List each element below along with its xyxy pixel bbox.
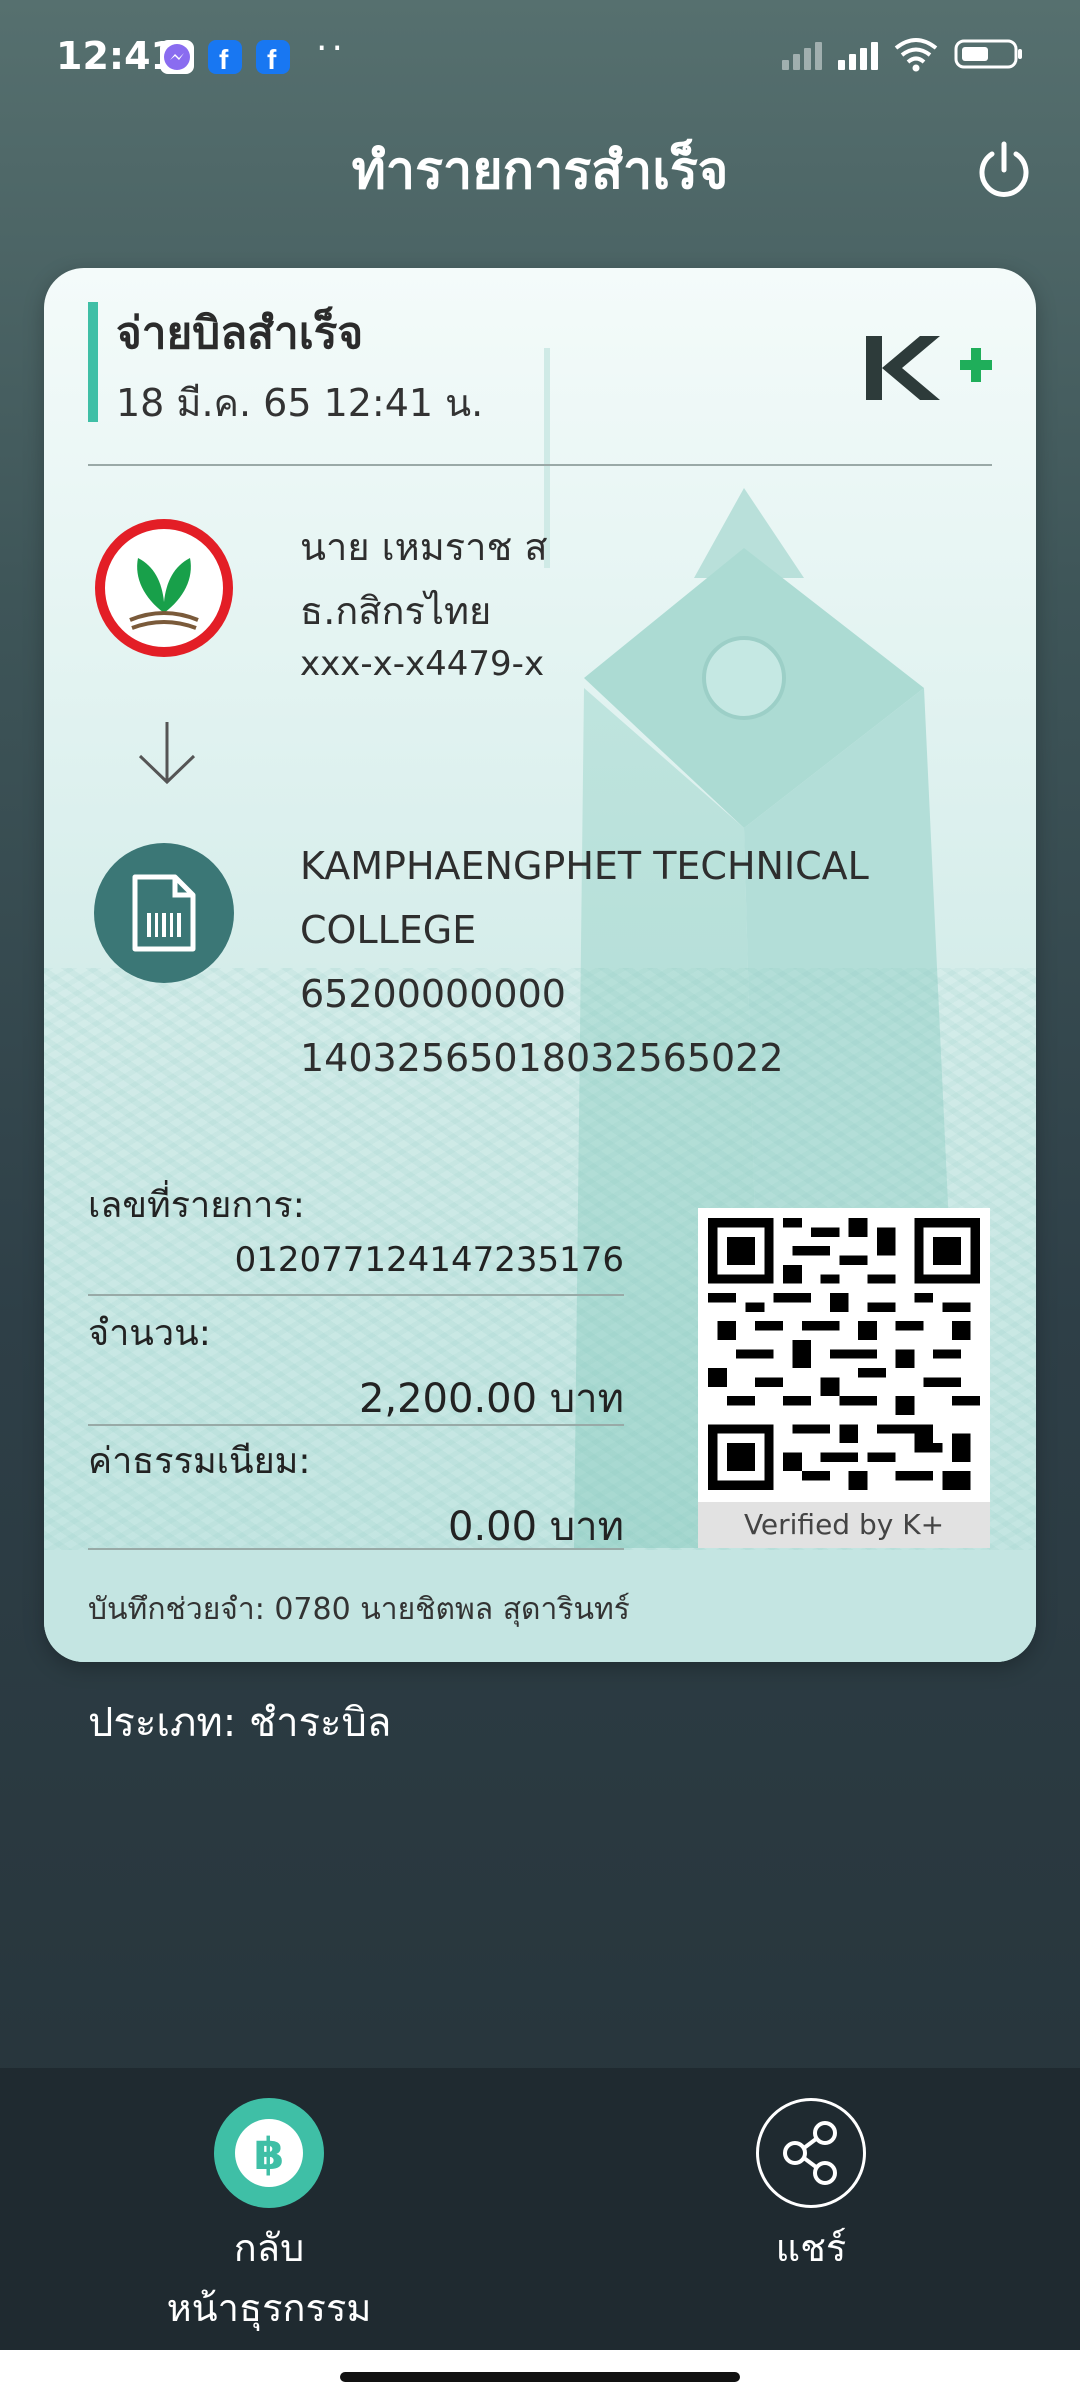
memo-text: บันทึกช่วยจำ: 0780 นายชิตพล สุดารินทร์: [88, 1592, 630, 1627]
back-label-line2[interactable]: หน้าธุรกรรม: [114, 2278, 424, 2338]
status-bar: 12:41 f f ··: [0, 0, 1080, 112]
accent-bar: [88, 302, 98, 422]
battery-icon: [954, 39, 1022, 69]
status-more-dots: ··: [316, 28, 347, 69]
qr-caption: Verified by K+: [698, 1502, 990, 1548]
receipt-card: จ่ายบิลสำเร็จ 18 มี.ค. 65 12:41 น. นาย เ…: [44, 268, 1036, 1662]
sender-account: xxx-x-x4479-x: [300, 644, 545, 684]
transaction-type: ประเภท: ชำระบิล: [88, 1700, 392, 1746]
receipt-datetime: 18 มี.ค. 65 12:41 น.: [116, 381, 484, 425]
power-icon[interactable]: [972, 138, 1036, 202]
svg-text:f: f: [219, 44, 229, 74]
biller-ref1: 65200000000: [300, 972, 566, 1016]
bill-icon: [94, 843, 234, 983]
divider: [88, 1294, 624, 1296]
svg-text:฿: ฿: [254, 2129, 285, 2180]
receipt-title: จ่ายบิลสำเร็จ: [116, 308, 364, 359]
arrow-down-icon: [138, 722, 196, 785]
share-icon: [783, 2121, 837, 2185]
biller-ref2: 14032565018032565022: [300, 1036, 784, 1080]
kplus-logo: [866, 336, 992, 400]
wifi-icon: [894, 38, 938, 72]
baht-icon: ฿: [235, 2119, 303, 2187]
messenger-icon: [160, 40, 194, 74]
sender-name: นาย เหมราช ส: [300, 525, 548, 569]
svg-text:f: f: [267, 44, 277, 74]
back-to-transactions-button[interactable]: ฿: [214, 2098, 324, 2208]
status-indicators: [782, 36, 1024, 72]
home-indicator[interactable]: [340, 2372, 740, 2382]
txn-id-value: 012077124147235176: [234, 1240, 624, 1280]
sender-bank: ธ.กสิกรไทย: [300, 589, 492, 633]
facebook-icon: f: [208, 40, 242, 75]
share-button[interactable]: [756, 2098, 866, 2208]
txn-id-label: เลขที่รายการ:: [88, 1185, 305, 1226]
fee-label: ค่าธรรมเนียม:: [88, 1441, 311, 1482]
back-label-line1[interactable]: กลับ: [114, 2218, 424, 2278]
memo-strip: บันทึกช่วยจำ: 0780 นายชิตพล สุดารินทร์: [44, 1550, 1036, 1662]
amount-value: 2,200.00 บาท: [358, 1376, 624, 1422]
status-time: 12:41: [56, 34, 177, 78]
signal-icon: [782, 38, 822, 70]
signal-icon: [838, 38, 878, 70]
kbank-logo: [95, 519, 233, 657]
share-label[interactable]: แชร์: [656, 2218, 966, 2278]
page-title: ทำรายการสำเร็จ: [351, 141, 729, 201]
divider: [88, 464, 992, 466]
qr-code[interactable]: Verified by K+: [698, 1208, 990, 1548]
amount-label: จำนวน:: [88, 1313, 211, 1354]
biller-name-line1: KAMPHAENGPHET TECHNICAL: [300, 844, 869, 888]
bottom-action-bar: ฿ กลับ หน้าธุรกรรม แชร์: [0, 2068, 1080, 2350]
divider: [88, 1424, 624, 1426]
facebook-icon: f: [256, 40, 290, 75]
biller-name-line2: COLLEGE: [300, 908, 477, 952]
